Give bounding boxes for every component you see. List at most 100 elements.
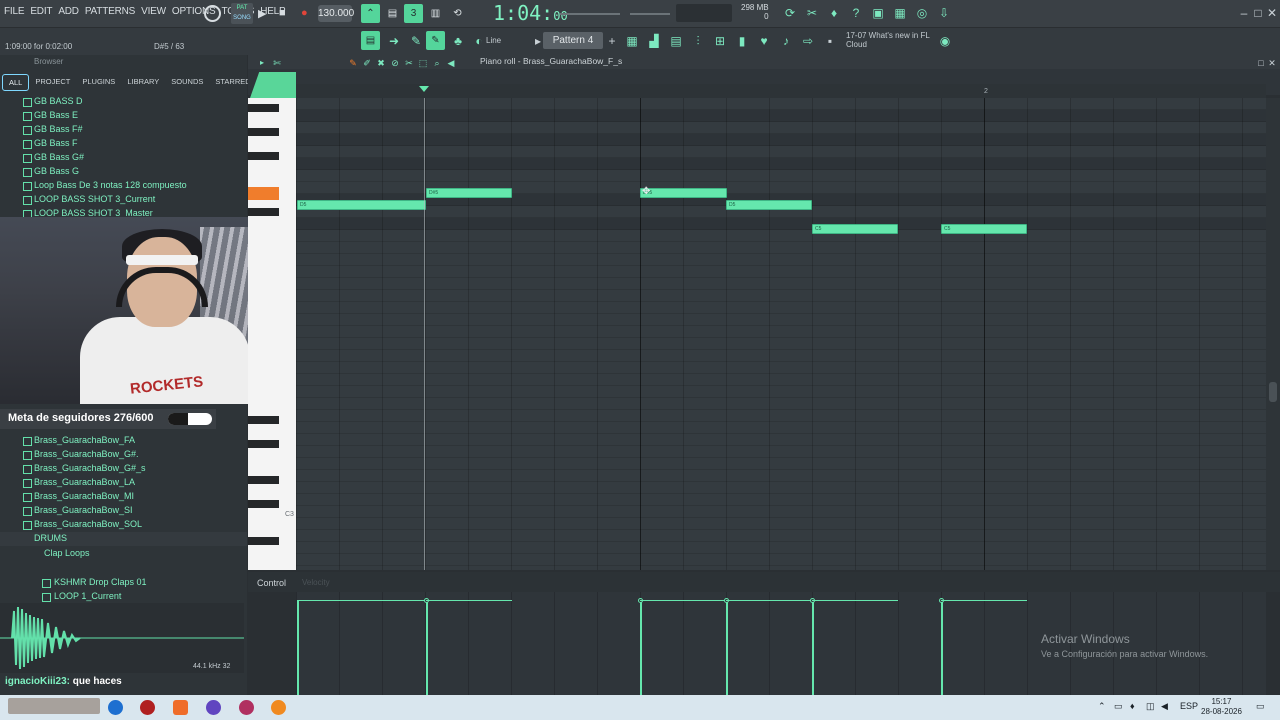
note-c5-2[interactable]: C5 xyxy=(941,224,1027,234)
tab-project[interactable]: PROJECT xyxy=(29,74,76,91)
tab-all[interactable]: ALL xyxy=(2,74,30,91)
vertical-scrollbar[interactable] xyxy=(1266,98,1280,570)
velocity-bar[interactable] xyxy=(426,600,428,695)
microphone-icon[interactable]: ♦ xyxy=(827,6,841,20)
list-item[interactable]: LOOP 1_Current xyxy=(41,591,121,602)
velocity-bar[interactable] xyxy=(812,600,814,695)
taskbar-clock[interactable]: 15:17 28-08-2026 xyxy=(1201,697,1242,717)
close-icon[interactable]: ✕ xyxy=(1265,6,1279,20)
countdown-icon[interactable]: 3 xyxy=(404,4,423,23)
velocity-bar[interactable] xyxy=(640,600,642,695)
playlist-icon[interactable]: ▦ xyxy=(625,34,639,48)
master-pitch-slider[interactable] xyxy=(630,13,670,15)
playhead-marker-icon[interactable] xyxy=(419,86,429,92)
list-item[interactable]: Brass_GuarachaBow_G#_s xyxy=(23,463,146,474)
arrow-right-icon[interactable]: ➜ xyxy=(387,34,401,48)
channel-rack-icon[interactable]: ▤ xyxy=(669,34,683,48)
piano-roll-icon[interactable]: ▟ xyxy=(647,34,661,48)
tray-mic-icon[interactable]: ♦ xyxy=(1130,701,1135,711)
note-d5-1[interactable]: D5 xyxy=(297,200,426,210)
list-item[interactable]: GB Bass F# xyxy=(23,124,83,135)
control-label[interactable]: Control xyxy=(257,578,286,588)
tab-sounds[interactable]: SOUNDS xyxy=(165,74,209,91)
touch-keyboard-icon[interactable]: ♪ xyxy=(779,34,793,48)
note-ds5-1[interactable]: D#5 xyxy=(426,188,512,198)
list-item[interactable]: GB BASS D xyxy=(23,96,83,107)
menu-patterns[interactable]: PATTERNS xyxy=(85,6,135,17)
notifications-icon[interactable]: ▭ xyxy=(1256,701,1265,712)
news-icon[interactable]: ◉ xyxy=(938,34,952,48)
pencil-tool-icon[interactable]: ✎ xyxy=(409,34,423,48)
list-item[interactable]: GB Bass G# xyxy=(22,152,84,163)
scrollbar-thumb[interactable] xyxy=(1269,382,1277,402)
snap-select[interactable]: Line xyxy=(486,36,501,45)
menu-add[interactable]: ADD xyxy=(58,6,79,17)
folder-clap-loops[interactable]: Clap Loops xyxy=(44,548,90,558)
media-player-icon[interactable] xyxy=(140,700,155,715)
menu-view[interactable]: VIEW xyxy=(141,6,166,17)
mixer-window-icon[interactable]: ⫶ xyxy=(691,34,705,48)
piano-roll-zoom-icon[interactable]: ⌕ xyxy=(430,56,444,70)
note-d5-2[interactable]: D5 xyxy=(726,200,812,210)
obs-icon[interactable] xyxy=(239,700,254,715)
list-item[interactable]: Brass_GuarachaBow_SI xyxy=(23,505,133,516)
minimize-icon[interactable]: – xyxy=(1237,6,1251,20)
menu-edit[interactable]: EDIT xyxy=(30,6,52,17)
list-item[interactable]: GB Bass G xyxy=(22,166,79,177)
news-panel[interactable]: 17-07 What's new in FL Cloud xyxy=(846,31,930,49)
note-grid[interactable]: D5 D#5 D#5 D5 C5 C5 xyxy=(296,98,1266,570)
piano-roll-delete-icon[interactable]: ✖ xyxy=(374,56,388,70)
master-volume-slider[interactable] xyxy=(560,13,620,15)
playlist-snap-icon[interactable]: ▤ xyxy=(361,31,380,50)
list-item[interactable]: Brass_GuarachaBow_MI xyxy=(22,491,134,502)
chat-icon[interactable]: ◎ xyxy=(915,6,929,20)
add-pattern-icon[interactable]: + xyxy=(605,34,619,48)
tab-library[interactable]: LIBRARY xyxy=(121,74,165,91)
black-key[interactable] xyxy=(248,208,279,216)
black-key[interactable] xyxy=(248,104,279,112)
tempo-display[interactable]: 130.000 xyxy=(318,5,354,22)
highlighted-key[interactable] xyxy=(248,187,279,200)
piano-roll-arrow-icon[interactable]: ▸ xyxy=(255,56,269,70)
black-key[interactable] xyxy=(248,128,279,136)
piano-roll-select-icon[interactable]: ⬚ xyxy=(416,56,430,70)
mixer-icon[interactable]: ▦ xyxy=(893,6,907,20)
maximize-icon[interactable]: □ xyxy=(1251,6,1265,20)
list-item[interactable]: KSHMR Drop Claps 01 xyxy=(42,577,147,588)
draw-tool-icon[interactable]: ✎ xyxy=(426,31,445,50)
tray-volume-icon[interactable]: ◀ xyxy=(1161,701,1168,712)
download-icon[interactable]: ⇩ xyxy=(937,6,951,20)
black-key[interactable] xyxy=(248,476,279,484)
piano-roll-mute-icon[interactable]: ⊘ xyxy=(388,56,402,70)
fl-studio-taskbar-icon[interactable] xyxy=(271,700,286,715)
list-item[interactable]: GB Bass E xyxy=(22,110,78,121)
timeline-ruler[interactable] xyxy=(296,84,1266,98)
plugin-db-icon[interactable]: ⊞ xyxy=(713,34,727,48)
metronome-icon[interactable]: ⌃ xyxy=(361,4,380,23)
black-key[interactable] xyxy=(248,500,279,508)
piano-roll-tools-icon[interactable]: ✄ xyxy=(270,56,284,70)
velocity-bar[interactable] xyxy=(941,600,943,695)
plugin-picker-icon[interactable]: ♥ xyxy=(757,34,771,48)
tray-wifi-icon[interactable]: ◫ xyxy=(1146,701,1155,712)
piano-roll-speaker-icon[interactable]: ◀ xyxy=(444,56,458,70)
wait-record-icon[interactable]: ▤ xyxy=(383,4,402,23)
black-key[interactable] xyxy=(248,440,279,448)
note-c5-1[interactable]: C5 xyxy=(812,224,898,234)
save-icon[interactable]: ▣ xyxy=(871,6,885,20)
step-edit-icon[interactable]: ▥ xyxy=(426,4,445,23)
piano-keyboard[interactable] xyxy=(248,98,296,570)
pattern-song-toggle[interactable]: PAT SONG xyxy=(231,3,253,24)
brave-browser-icon[interactable] xyxy=(173,700,188,715)
list-item[interactable]: Brass_GuarachaBow_FA xyxy=(22,435,135,446)
browser-icon[interactable]: ▮ xyxy=(735,34,749,48)
help-icon[interactable]: ? xyxy=(849,6,863,20)
velocity-bar[interactable] xyxy=(726,600,728,695)
velocity-bar[interactable] xyxy=(297,600,299,695)
black-key[interactable] xyxy=(248,416,279,424)
cut-icon[interactable]: ✂ xyxy=(805,6,819,20)
black-key[interactable] xyxy=(248,152,279,160)
discord-icon[interactable] xyxy=(206,700,221,715)
piano-roll-slice-icon[interactable]: ✂ xyxy=(402,56,416,70)
piano-roll-paint-icon[interactable]: ✐ xyxy=(360,56,374,70)
